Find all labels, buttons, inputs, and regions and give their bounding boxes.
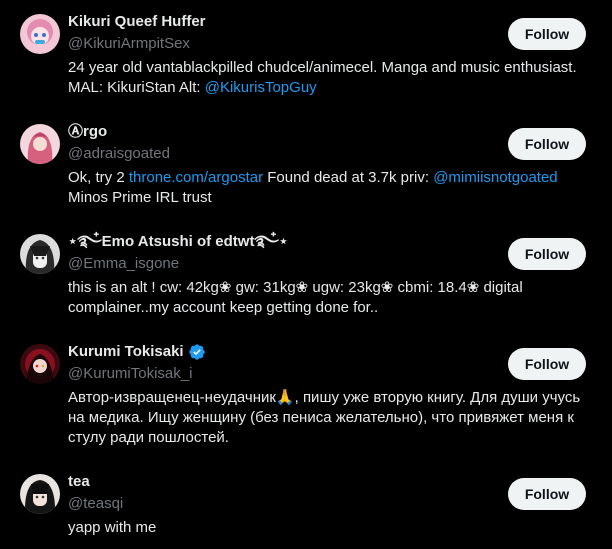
user-bio: Ok, try 2 throne.com/argostar Found dead… xyxy=(68,168,588,208)
avatar[interactable] xyxy=(20,474,60,514)
bio-text: Ok, try 2 xyxy=(68,169,129,186)
user-cell[interactable]: Kikuri Queef Huffer @KikuriArmpitSex 24 … xyxy=(0,0,612,110)
display-name[interactable]: Kikuri Queef Huffer xyxy=(68,12,206,32)
user-cell[interactable]: ⋆࿐໋Emo Atsushi of edtwt࿐໋⋆ @Emma_isgone … xyxy=(0,220,612,330)
follow-button[interactable]: Follow xyxy=(508,238,586,270)
display-name[interactable]: Kurumi Tokisaki xyxy=(68,342,206,362)
who-to-follow-list: Kikuri Queef Huffer @KikuriArmpitSex 24 … xyxy=(0,0,612,549)
avatar[interactable] xyxy=(20,234,60,274)
user-bio: Автор-извращенец-неудачник🙏, пишу уже вт… xyxy=(68,389,581,446)
follow-button[interactable]: Follow xyxy=(508,478,586,510)
user-cell[interactable]: Ⓐrgo @adraisgoated Ok, try 2 throne.com/… xyxy=(0,110,612,220)
display-name[interactable]: Ⓐrgo xyxy=(68,122,107,142)
avatar[interactable] xyxy=(20,124,60,164)
user-cell[interactable]: tea @teasqi yapp with me Follow xyxy=(0,460,612,549)
user-bio: 24 year old vantablackpilled chudcel/ani… xyxy=(68,58,588,98)
bio-text: Minos Prime IRL trust xyxy=(68,189,212,206)
user-handle[interactable]: @adraisgoated xyxy=(68,144,170,164)
bio-url-link[interactable]: throne.com/argostar xyxy=(129,169,263,186)
user-cell[interactable]: Kurumi Tokisaki @KurumiTokisak_i Автор-и… xyxy=(0,330,612,460)
avatar[interactable] xyxy=(20,344,60,384)
follow-button[interactable]: Follow xyxy=(508,348,586,380)
user-handle[interactable]: @KurumiTokisak_i xyxy=(68,364,192,384)
avatar[interactable] xyxy=(20,14,60,54)
user-handle[interactable]: @Emma_isgone xyxy=(68,254,179,274)
bio-mention-link[interactable]: @KikurisTopGuy xyxy=(205,79,317,96)
user-bio: this is an alt ! cw: 42kg❀ gw: 31kg❀ ugw… xyxy=(68,279,523,316)
user-handle[interactable]: @KikuriArmpitSex xyxy=(68,34,190,54)
display-name-text[interactable]: Kurumi Tokisaki xyxy=(68,342,184,362)
user-handle[interactable]: @teasqi xyxy=(68,494,123,514)
verified-badge-icon[interactable] xyxy=(188,343,206,361)
display-name[interactable]: ⋆࿐໋Emo Atsushi of edtwt࿐໋⋆ xyxy=(68,232,288,252)
bio-text: Found dead at 3.7k priv: xyxy=(263,169,434,186)
bio-text: 24 year old vantablackpilled chudcel/ani… xyxy=(68,59,577,96)
display-name[interactable]: tea xyxy=(68,472,90,492)
follow-button[interactable]: Follow xyxy=(508,18,586,50)
bio-mention-link[interactable]: @mimiisnotgoated xyxy=(433,169,557,186)
user-bio: yapp with me xyxy=(68,519,157,536)
follow-button[interactable]: Follow xyxy=(508,128,586,160)
